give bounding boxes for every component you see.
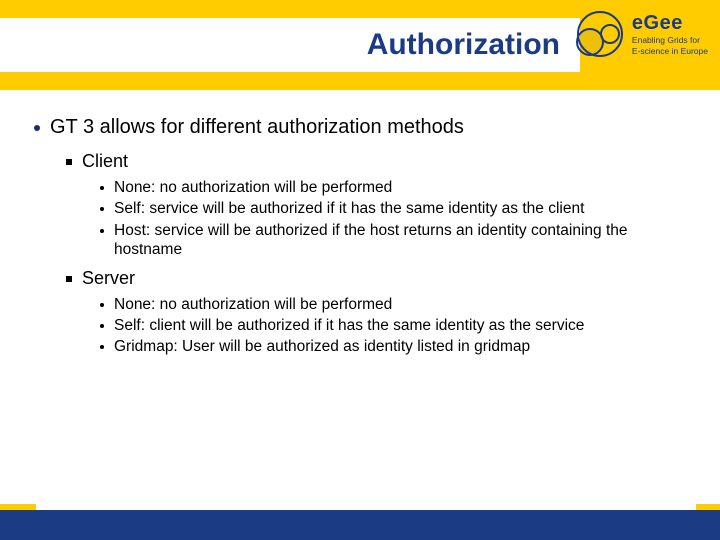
- logo-mark-icon: [576, 10, 624, 58]
- logo-abbr: eGee: [632, 12, 708, 35]
- server-item-0: None: no authorization will be performed: [114, 295, 392, 314]
- list-item: Host: service will be authorized if the …: [100, 221, 686, 260]
- bullet-dot-icon: [34, 125, 40, 131]
- server-heading: Server: [82, 268, 135, 289]
- bullet-square-icon: [66, 276, 72, 282]
- list-item: None: no authorization will be performed: [100, 178, 686, 197]
- list-item: None: no authorization will be performed: [100, 295, 686, 314]
- server-item-1: Self: client will be authorized if it ha…: [114, 316, 584, 335]
- list-item: Gridmap: User will be authorized as iden…: [100, 337, 686, 356]
- bullet-small-dot-icon: [100, 303, 104, 307]
- title-bar: Authorization: [0, 18, 580, 72]
- bullet-small-dot-icon: [100, 207, 104, 211]
- bullet-level2-server: Server: [66, 268, 686, 289]
- list-item: Self: service will be authorized if it h…: [100, 199, 686, 218]
- bullet-small-dot-icon: [100, 229, 104, 233]
- server-item-2: Gridmap: User will be authorized as iden…: [114, 337, 530, 356]
- bullet-level1: GT 3 allows for different authorization …: [34, 116, 686, 139]
- client-item-1: Self: service will be authorized if it h…: [114, 199, 584, 218]
- page-title: Authorization: [367, 28, 560, 62]
- bullet-small-dot-icon: [100, 345, 104, 349]
- list-item: Self: client will be authorized if it ha…: [100, 316, 686, 335]
- logo-tagline-2: E-science in Europe: [632, 46, 708, 56]
- bullet-small-dot-icon: [100, 324, 104, 328]
- slide-footer: [0, 510, 720, 540]
- slide-header: Authorization eGee Enabling Grids for E-…: [0, 0, 720, 90]
- client-item-0: None: no authorization will be performed: [114, 178, 392, 197]
- client-item-2: Host: service will be authorized if the …: [114, 221, 674, 260]
- bullet-level2-client: Client: [66, 151, 686, 172]
- slide-content: GT 3 allows for different authorization …: [0, 90, 720, 357]
- bullet-square-icon: [66, 159, 72, 165]
- l1-text: GT 3 allows for different authorization …: [50, 116, 464, 139]
- logo-text: eGee Enabling Grids for E-science in Eur…: [632, 12, 708, 55]
- bullet-small-dot-icon: [100, 186, 104, 190]
- client-heading: Client: [82, 151, 128, 172]
- egee-logo: eGee Enabling Grids for E-science in Eur…: [576, 10, 708, 58]
- logo-tagline-1: Enabling Grids for: [632, 35, 708, 45]
